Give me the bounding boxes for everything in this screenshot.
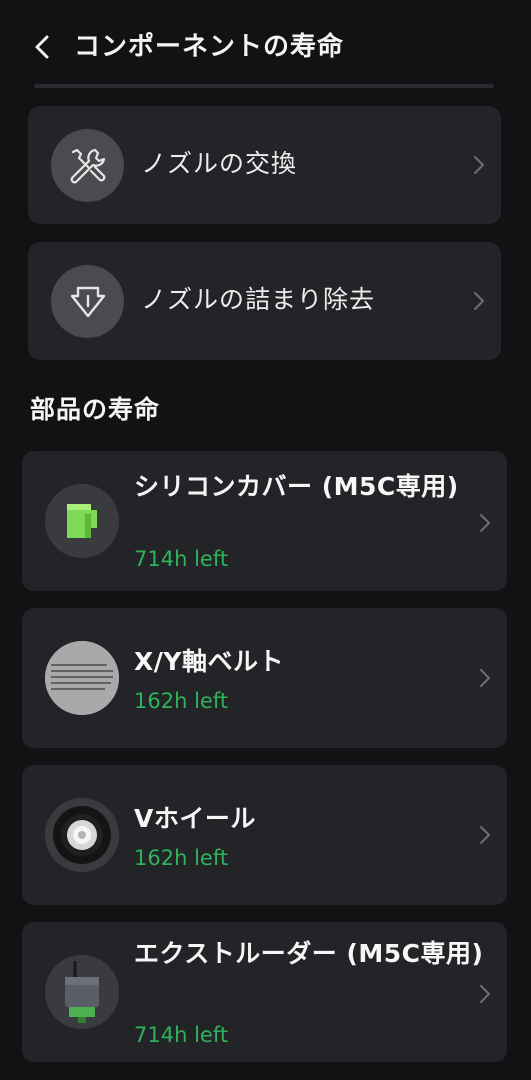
header-divider — [34, 84, 494, 88]
header-bar: コンポーネントの寿命 — [0, 0, 531, 88]
part-remaining-hours: 162h left — [134, 689, 229, 713]
part-name: X/Y軸ベルト — [134, 647, 285, 676]
belt-thumbnail — [45, 641, 119, 715]
chevron-right-icon — [480, 669, 490, 687]
chevron-right-icon — [474, 156, 484, 174]
silicone-cover-thumbnail — [45, 484, 119, 558]
chevron-right-icon — [474, 292, 484, 310]
wrench-screwdriver-icon — [51, 129, 124, 202]
part-card-xy-belt[interactable]: X/Y軸ベルト 162h left — [22, 608, 507, 748]
part-card-extruder[interactable]: エクストルーダー (M5C専用) 714h left — [22, 922, 507, 1062]
chevron-right-icon — [480, 514, 490, 532]
part-card-v-wheel[interactable]: Vホイール 162h left — [22, 765, 507, 905]
clear-nozzle-clog-label: ノズルの詰まり除去 — [141, 285, 376, 314]
parts-lifetime-heading: 部品の寿命 — [30, 395, 161, 424]
part-card-silicone-cover[interactable]: シリコンカバー (M5C専用) 714h left — [22, 451, 507, 591]
nozzle-clear-icon — [51, 265, 124, 338]
part-name: エクストルーダー (M5C専用) — [134, 939, 484, 968]
part-remaining-hours: 714h left — [134, 547, 229, 571]
part-name: シリコンカバー (M5C専用) — [134, 472, 459, 501]
back-button[interactable] — [30, 30, 54, 64]
clear-nozzle-clog-card[interactable]: ノズルの詰まり除去 — [28, 242, 501, 360]
extruder-thumbnail — [45, 955, 119, 1029]
chevron-right-icon — [480, 985, 490, 1003]
page-title: コンポーネントの寿命 — [74, 32, 345, 62]
chevron-right-icon — [480, 826, 490, 844]
replace-nozzle-label: ノズルの交換 — [141, 149, 298, 178]
replace-nozzle-card[interactable]: ノズルの交換 — [28, 106, 501, 224]
part-remaining-hours: 162h left — [134, 846, 229, 870]
part-remaining-hours: 714h left — [134, 1023, 229, 1047]
part-name: Vホイール — [134, 804, 256, 833]
v-wheel-thumbnail — [45, 798, 119, 872]
chevron-left-icon — [35, 35, 49, 59]
